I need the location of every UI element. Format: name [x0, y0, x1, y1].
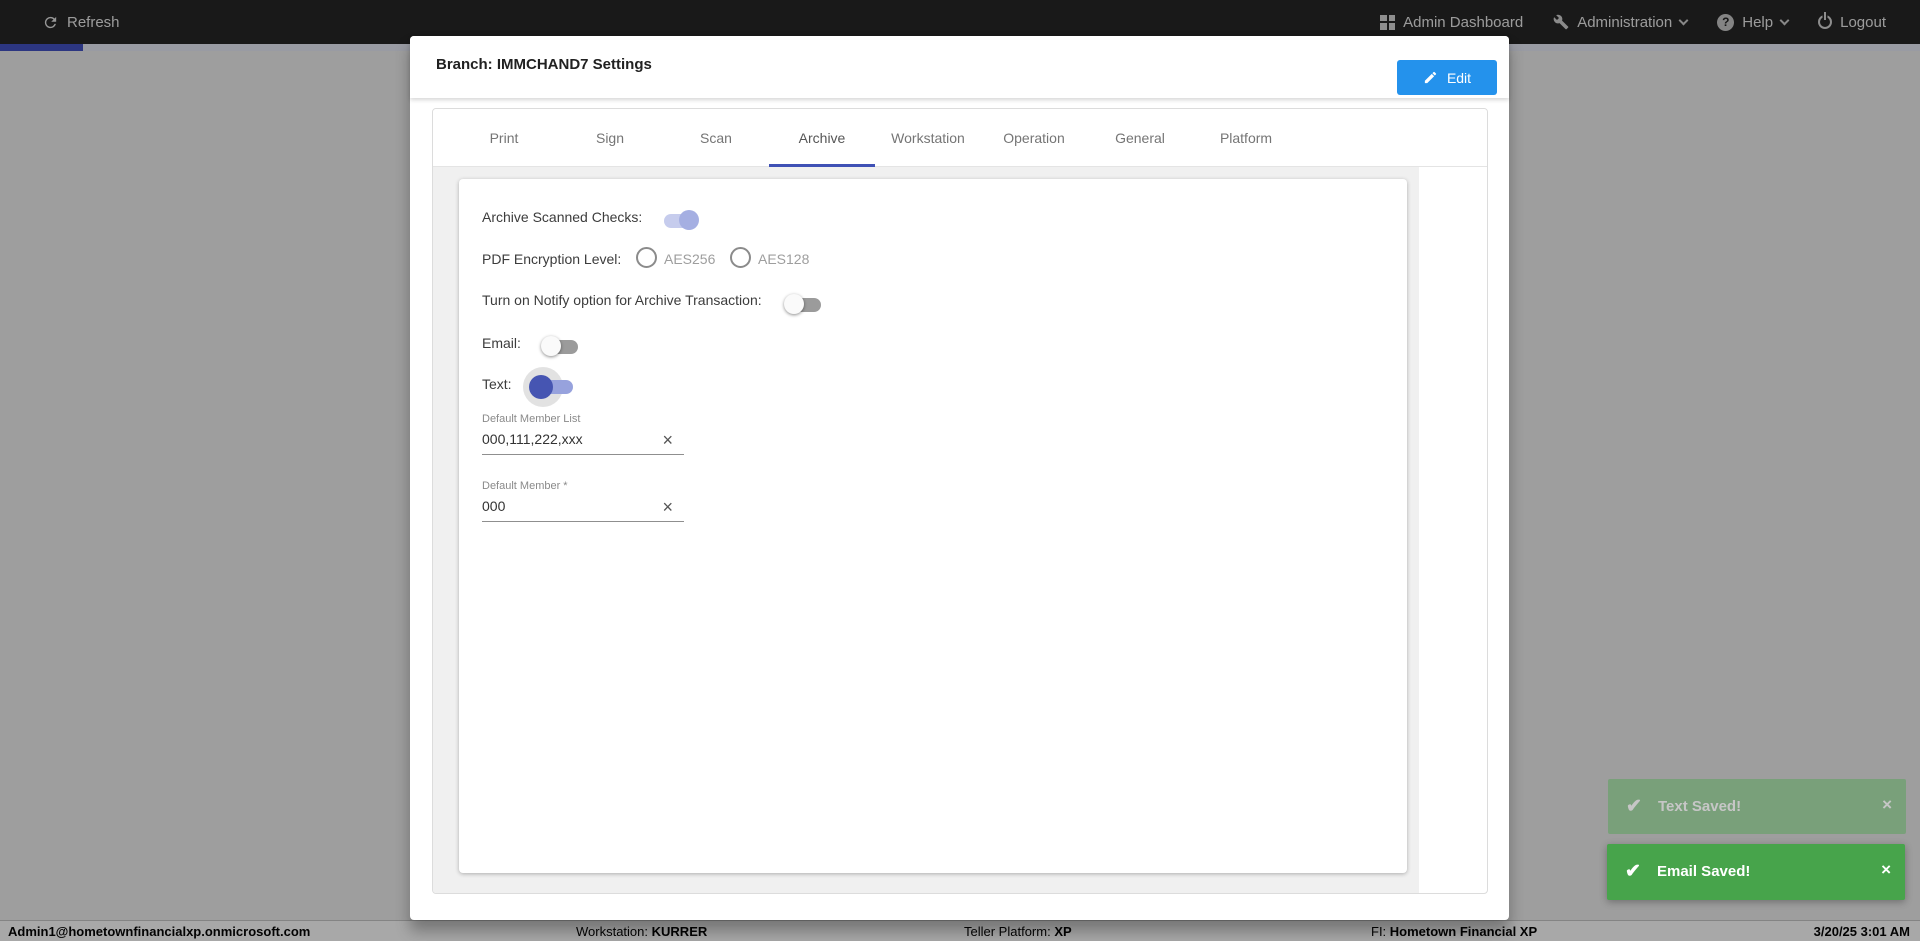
tab-general[interactable]: General — [1087, 109, 1193, 167]
close-icon[interactable]: × — [1882, 795, 1892, 815]
tab-operation[interactable]: Operation — [981, 109, 1087, 167]
tab-sign[interactable]: Sign — [557, 109, 663, 167]
default-member-input[interactable] — [482, 498, 657, 514]
pdf-encryption-level-label: PDF Encryption Level: — [482, 251, 622, 267]
default-member-field: × — [482, 496, 684, 522]
email-label: Email: — [482, 335, 521, 351]
notify-option-label: Turn on Notify option for Archive Transa… — [482, 292, 762, 308]
check-icon: ✔ — [1625, 861, 1641, 882]
default-member-label: Default Member * — [482, 480, 568, 492]
toast-text-saved: ✔ Text Saved! × — [1608, 779, 1906, 834]
screen: Refresh Admin Dashboard Administration ?… — [0, 0, 1920, 941]
settings-tab-container: Print Sign Scan Archive Workstation Oper… — [432, 108, 1488, 894]
tab-scan[interactable]: Scan — [663, 109, 769, 167]
dialog-title: Branch: IMMCHAND7 Settings — [436, 56, 652, 73]
text-label: Text: — [482, 376, 512, 392]
email-toggle[interactable] — [541, 336, 579, 356]
edit-label: Edit — [1446, 69, 1472, 86]
clear-icon[interactable]: × — [662, 429, 673, 451]
tab-archive[interactable]: Archive — [769, 109, 875, 167]
default-member-list-field: × — [482, 429, 684, 455]
aes256-radio[interactable] — [636, 247, 657, 268]
close-icon[interactable]: × — [1881, 860, 1891, 880]
tab-platform[interactable]: Platform — [1193, 109, 1299, 167]
aes128-radio[interactable] — [730, 247, 751, 268]
dialog-header: Branch: IMMCHAND7 Settings Edit — [410, 36, 1509, 98]
archive-scanned-checks-label: Archive Scanned Checks: — [482, 209, 643, 225]
tab-bar: Print Sign Scan Archive Workstation Oper… — [433, 109, 1487, 167]
aes256-label: AES256 — [664, 251, 716, 267]
default-member-list-input[interactable] — [482, 431, 657, 447]
aes128-label: AES128 — [758, 251, 810, 267]
edit-button[interactable]: Edit — [1397, 60, 1497, 95]
text-toggle[interactable] — [521, 367, 577, 409]
archive-tab-content: Archive Scanned Checks: PDF Encryption L… — [433, 167, 1419, 893]
notify-toggle[interactable] — [784, 294, 822, 314]
archive-scanned-checks-toggle[interactable] — [663, 210, 699, 230]
tab-print[interactable]: Print — [451, 109, 557, 167]
toast-message: Text Saved! — [1658, 798, 1742, 815]
check-icon: ✔ — [1626, 796, 1642, 817]
archive-settings-form: Archive Scanned Checks: PDF Encryption L… — [459, 179, 1407, 873]
toast-email-saved: ✔ Email Saved! × — [1607, 844, 1905, 900]
toast-message: Email Saved! — [1657, 863, 1751, 880]
pencil-icon — [1424, 71, 1437, 84]
clear-icon[interactable]: × — [662, 496, 673, 518]
default-member-list-label: Default Member List — [482, 413, 581, 425]
branch-settings-dialog: Branch: IMMCHAND7 Settings Edit Print Si… — [410, 36, 1509, 920]
tab-workstation[interactable]: Workstation — [875, 109, 981, 167]
